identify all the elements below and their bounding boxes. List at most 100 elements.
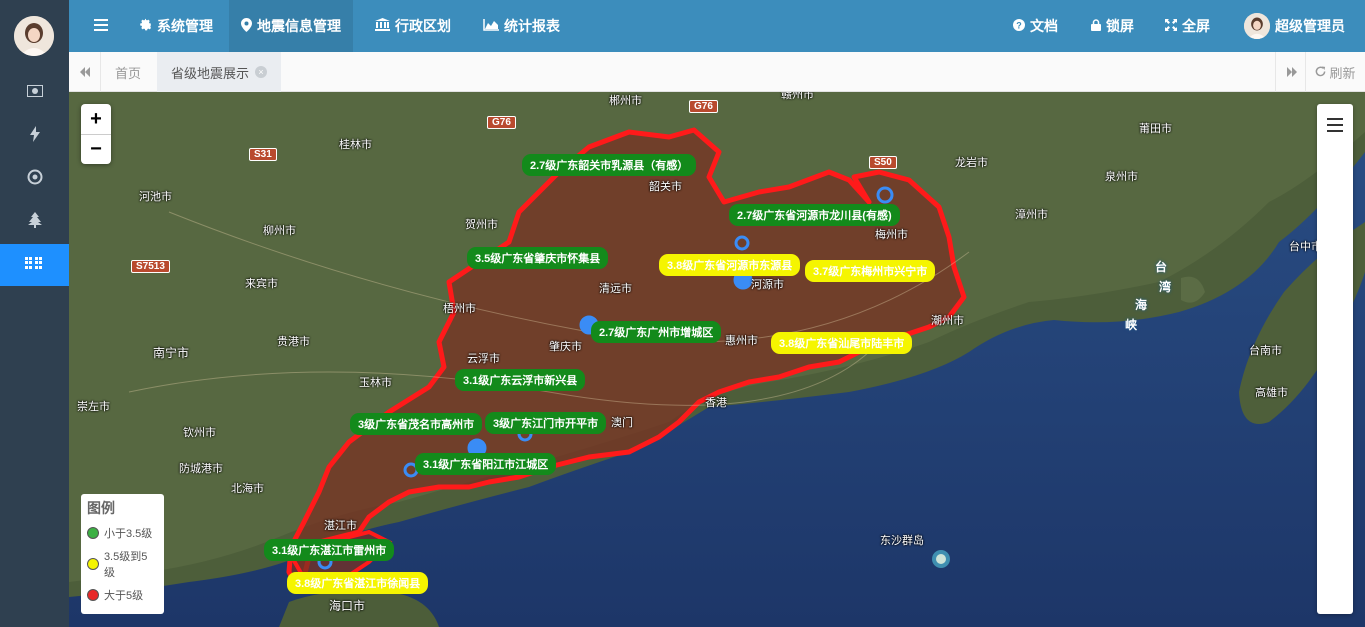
- nav-label: 行政区划: [395, 18, 451, 34]
- double-left-icon: [79, 65, 90, 80]
- place-label: 贺州市: [465, 219, 498, 231]
- strait-label: 峡: [1125, 318, 1138, 332]
- place-label: 崇左市: [77, 401, 110, 413]
- quake-label[interactable]: 3.1级广东云浮市新兴县: [455, 369, 586, 391]
- legend-label: 大于5级: [104, 590, 144, 602]
- quake-label[interactable]: 2.7级广东韶关市乳源县（有感）: [522, 154, 697, 176]
- legend-item: 大于5级: [87, 587, 158, 603]
- tabs-scroll-right-button[interactable]: [1275, 52, 1307, 92]
- quake-label[interactable]: 3.1级广东省阳江市江城区: [415, 453, 557, 475]
- place-label: 柳州市: [263, 225, 296, 237]
- road-shield: S50: [869, 156, 897, 169]
- earthquake-map[interactable]: 郴州市 赣州市 桂林市 韶关市 龙岩市 莆田市 河池市 贺州市 梅州市 泉州市 …: [69, 92, 1365, 627]
- refresh-label: 刷新: [1329, 65, 1356, 81]
- place-label: 云浮市: [467, 353, 500, 365]
- quake-label[interactable]: 3.1级广东湛江市雷州市: [264, 539, 395, 561]
- sidebar-item-grid[interactable]: [0, 244, 69, 286]
- place-label: 清远市: [599, 283, 632, 295]
- fullscreen-label: 全屏: [1182, 18, 1210, 34]
- legend-label: 小于3.5级: [104, 528, 153, 540]
- strait-label: 海: [1135, 298, 1148, 312]
- quake-label[interactable]: 3级广东江门市开平市: [485, 412, 607, 434]
- tabs-scroll-left-button[interactable]: [69, 52, 101, 92]
- place-label: 梧州市: [443, 303, 476, 315]
- refresh-icon: [1315, 65, 1326, 80]
- place-label: 湛江市: [324, 520, 357, 532]
- place-label: 防城港市: [179, 463, 223, 475]
- place-label: 澳门: [611, 417, 633, 429]
- sidebar-item-bolt[interactable]: [0, 115, 69, 155]
- user-menu[interactable]: 超级管理员: [1244, 0, 1345, 52]
- map-pin-icon: [241, 17, 252, 35]
- user-avatar: [1244, 13, 1270, 39]
- bolt-icon: [29, 125, 40, 145]
- tree-icon: [27, 211, 42, 231]
- nav-label: 地震信息管理: [257, 18, 341, 34]
- sidebar-item-tree[interactable]: [0, 201, 69, 241]
- lock-label: 锁屏: [1106, 18, 1134, 34]
- lock-screen-button[interactable]: 锁屏: [1091, 0, 1134, 52]
- refresh-button[interactable]: 刷新: [1305, 52, 1365, 92]
- place-label: 玉林市: [359, 377, 392, 389]
- sidebar-item-target[interactable]: [0, 158, 69, 198]
- tab-province-earthquake[interactable]: 省级地震展示 ×: [157, 52, 282, 92]
- strait-label: 湾: [1159, 280, 1172, 294]
- quake-label[interactable]: 2.7级广东省河源市龙川县(有感): [729, 204, 900, 226]
- nav-system-manage[interactable]: 系统管理: [127, 0, 225, 52]
- question-circle-icon: ?: [1013, 18, 1025, 34]
- target-icon: [27, 169, 43, 188]
- quake-label[interactable]: 3.8级广东省汕尾市陆丰市: [771, 332, 913, 354]
- place-label: 香港: [705, 397, 727, 409]
- place-label: 高雄市: [1255, 387, 1288, 399]
- top-navbar: 系统管理 地震信息管理 行政区划 统计报表 ? 文档 锁屏 全屏 超级管理员: [69, 0, 1365, 52]
- legend-dot-red: [87, 589, 99, 601]
- sidebar: [0, 0, 69, 627]
- legend-item: 3.5级到5级: [87, 548, 158, 580]
- legend-label: 3.5级到5级: [103, 551, 148, 579]
- tab-close-icon[interactable]: ×: [255, 66, 268, 78]
- place-label: 来宾市: [245, 278, 278, 290]
- place-label: 韶关市: [649, 181, 682, 193]
- layer-panel: [1317, 104, 1353, 614]
- avatar[interactable]: [14, 16, 54, 56]
- legend-dot-yellow: [87, 558, 99, 570]
- tab-label: 首页: [115, 65, 142, 81]
- place-label: 东沙群岛: [880, 535, 924, 547]
- grid-icon: [24, 256, 45, 274]
- nav-earthquake-info[interactable]: 地震信息管理: [229, 0, 353, 52]
- place-label: 河源市: [751, 279, 784, 291]
- fullscreen-button[interactable]: 全屏: [1165, 0, 1210, 52]
- place-label: 桂林市: [339, 139, 372, 151]
- nav-label: 统计报表: [504, 18, 560, 34]
- place-label: 惠州市: [725, 335, 758, 347]
- road-shield: S7513: [131, 260, 170, 273]
- quake-label[interactable]: 3.7级广东梅州市兴宁市: [805, 260, 936, 282]
- place-label: 郴州市: [609, 95, 642, 107]
- road-shield: S31: [249, 148, 277, 161]
- zoom-out-button[interactable]: −: [81, 134, 111, 164]
- quake-label[interactable]: 3.8级广东省河源市东源县: [659, 254, 801, 276]
- quake-label[interactable]: 3级广东省茂名市高州市: [350, 413, 483, 435]
- place-label: 漳州市: [1015, 209, 1048, 221]
- nav-statistics[interactable]: 统计报表: [471, 0, 572, 52]
- quake-label[interactable]: 3.5级广东省肇庆市怀集县: [467, 247, 609, 269]
- tab-home[interactable]: 首页: [101, 52, 155, 92]
- zoom-control: + −: [81, 104, 111, 164]
- place-label: 河池市: [139, 191, 172, 203]
- docs-link[interactable]: ? 文档: [1013, 0, 1058, 52]
- nav-label: 系统管理: [157, 18, 213, 34]
- place-label: 台南市: [1249, 345, 1282, 357]
- nav-admin-division[interactable]: 行政区划: [363, 0, 463, 52]
- user-name: 超级管理员: [1275, 18, 1345, 34]
- sidebar-item-money[interactable]: [0, 72, 69, 112]
- layers-menu-icon[interactable]: [1327, 118, 1343, 132]
- legend-dot-green: [87, 527, 99, 539]
- zoom-in-button[interactable]: +: [81, 104, 111, 134]
- road-shield: G76: [689, 100, 718, 113]
- quake-label[interactable]: 2.7级广东广州市增城区: [591, 321, 722, 343]
- docs-label: 文档: [1030, 18, 1058, 34]
- lock-icon: [1091, 18, 1101, 34]
- place-label: 泉州市: [1105, 171, 1138, 183]
- menu-toggle-button[interactable]: [87, 14, 115, 38]
- quake-label[interactable]: 3.8级广东省湛江市徐闻县: [287, 572, 429, 594]
